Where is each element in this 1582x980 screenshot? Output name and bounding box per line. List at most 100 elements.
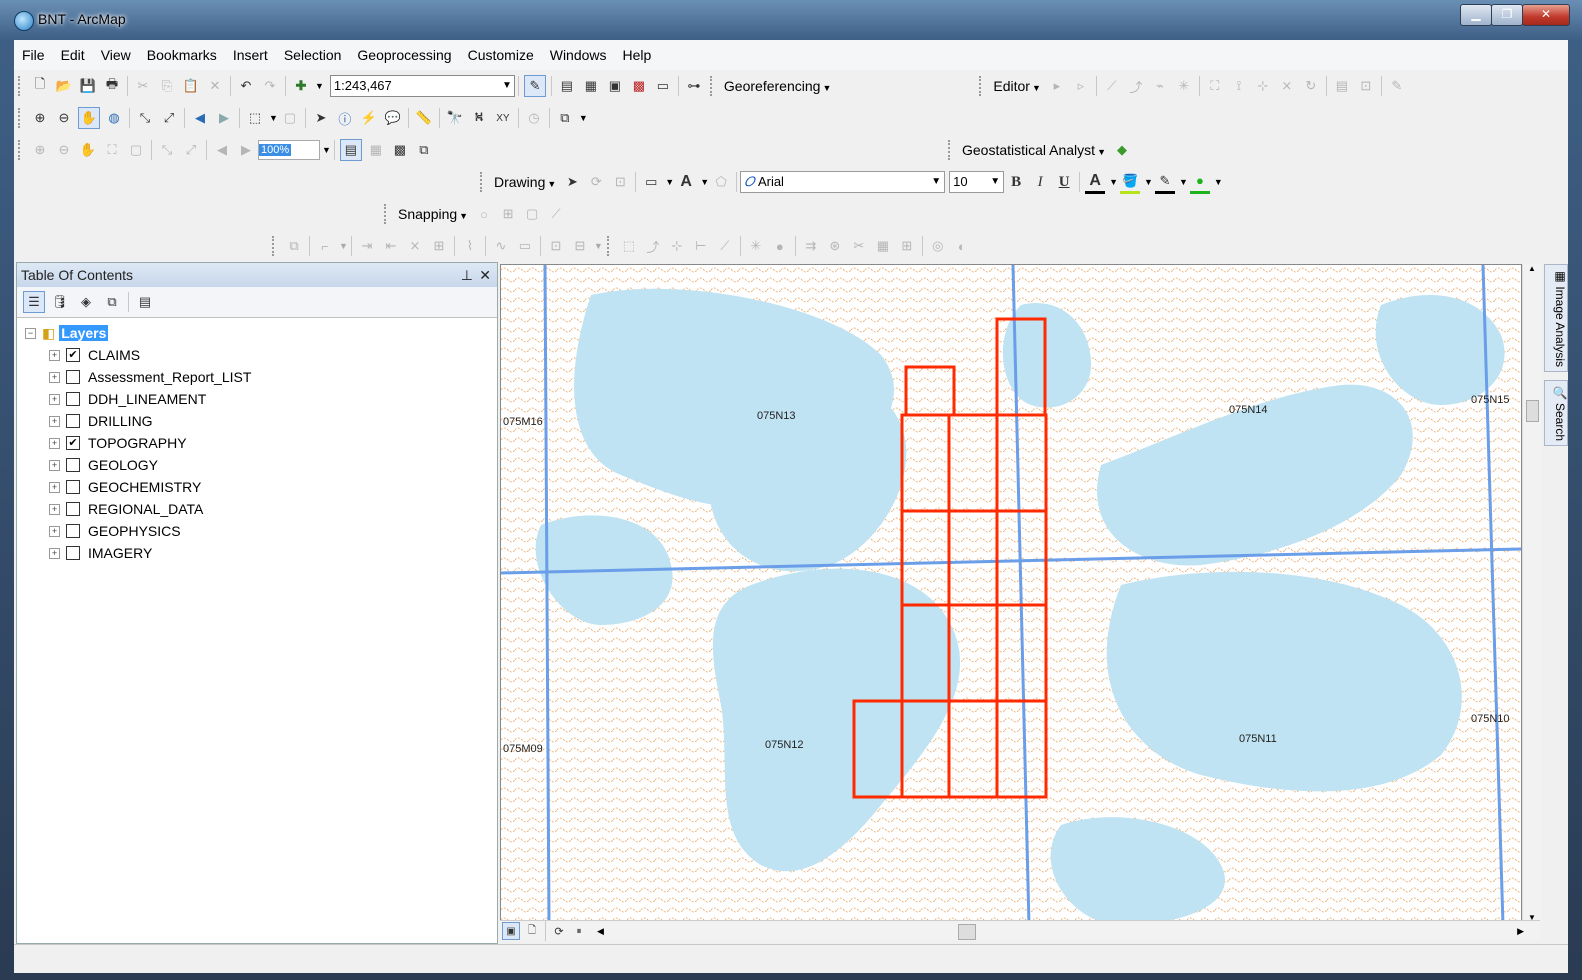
hyperlink-icon[interactable]: ⚡: [359, 108, 379, 128]
pause-drawing-icon[interactable]: ⏸: [571, 923, 587, 939]
point-snapping-icon[interactable]: ○: [474, 204, 494, 224]
horizontal-scroll-thumb[interactable]: [957, 924, 976, 940]
expand-icon[interactable]: +: [49, 393, 60, 405]
collapse-icon[interactable]: −: [25, 327, 36, 339]
edit-tool-icon[interactable]: ▸: [1047, 76, 1067, 96]
geostatistical-analyst-menu[interactable]: Geostatistical Analyst ▼: [958, 142, 1110, 158]
save-icon[interactable]: 💾: [78, 76, 98, 96]
zoom-whole-page-icon[interactable]: ⛶: [102, 140, 122, 160]
create-viewer-window-icon[interactable]: ⧉: [555, 108, 575, 128]
expand-icon[interactable]: +: [49, 459, 60, 471]
expand-icon[interactable]: +: [49, 481, 60, 493]
edit-vertices-icon[interactable]: ⛶: [1205, 76, 1225, 96]
menu-file[interactable]: File: [14, 40, 53, 70]
layer-row[interactable]: + GEOPHYSICS: [17, 520, 497, 542]
menu-geoprocessing[interactable]: Geoprocessing: [349, 40, 459, 70]
delete-icon[interactable]: ✕: [205, 76, 225, 96]
list-by-drawing-order-icon[interactable]: ☰: [23, 291, 45, 313]
rectangle-icon[interactable]: ▭: [641, 172, 661, 192]
layer-checkbox[interactable]: [66, 480, 80, 494]
sketch-properties-icon[interactable]: ⊡: [1356, 76, 1376, 96]
buffer-icon[interactable]: ◎: [928, 236, 948, 256]
zoom-100-icon[interactable]: ▢: [126, 140, 146, 160]
redo-icon[interactable]: ↷: [260, 76, 280, 96]
menu-view[interactable]: View: [93, 40, 139, 70]
expand-icon[interactable]: +: [49, 349, 60, 361]
layer-row[interactable]: + REGIONAL_DATA: [17, 498, 497, 520]
new-document-icon[interactable]: 🗋: [30, 76, 50, 96]
layer-row[interactable]: + DDH_LINEAMENT: [17, 388, 497, 410]
print-icon[interactable]: 🖶: [102, 76, 122, 96]
expand-icon[interactable]: +: [49, 525, 60, 537]
select-elements-drawing-icon[interactable]: ➤: [562, 172, 582, 192]
layer-row[interactable]: + ✔ TOPOGRAPHY: [17, 432, 497, 454]
fillet-icon[interactable]: ⌐: [315, 236, 335, 256]
new-text-icon[interactable]: A: [676, 172, 696, 192]
menu-bookmarks[interactable]: Bookmarks: [139, 40, 225, 70]
list-by-selection-icon[interactable]: ⧉: [101, 291, 123, 313]
planarize-icon[interactable]: ▦: [873, 236, 893, 256]
list-by-visibility-icon[interactable]: ◈: [75, 291, 97, 313]
smooth-icon[interactable]: ∿: [491, 236, 511, 256]
layout-zoom-out-icon[interactable]: ⊖: [54, 140, 74, 160]
measure-icon[interactable]: 📏: [414, 108, 434, 128]
edit-annotation-icon[interactable]: ▹: [1071, 76, 1091, 96]
layer-checkbox[interactable]: [66, 392, 80, 406]
html-popup-icon[interactable]: 💬: [383, 108, 403, 128]
layer-checkbox[interactable]: ✔: [66, 436, 80, 450]
marker-color-icon[interactable]: ●: [1189, 171, 1210, 194]
explode-icon[interactable]: ⊞: [429, 236, 449, 256]
modify-edge-icon[interactable]: ⊹: [667, 236, 687, 256]
toc-close-icon[interactable]: ✕: [479, 263, 491, 287]
menu-customize[interactable]: Customize: [460, 40, 542, 70]
expand-icon[interactable]: +: [49, 503, 60, 515]
forward-extent-icon[interactable]: ▶: [214, 108, 234, 128]
layer-row[interactable]: + Assessment_Report_LIST: [17, 366, 497, 388]
zoom-in-icon[interactable]: ⊕: [30, 108, 50, 128]
layout-view-icon[interactable]: 🗋: [524, 923, 540, 939]
layer-checkbox[interactable]: ✔: [66, 348, 80, 362]
pan-icon[interactable]: ✋: [78, 107, 100, 129]
construct-features-icon[interactable]: ✂: [849, 236, 869, 256]
edge-snapping-icon[interactable]: ⟋: [546, 204, 566, 224]
expand-icon[interactable]: +: [49, 437, 60, 449]
layout-pan-icon[interactable]: ✋: [78, 140, 98, 160]
scroll-left-icon[interactable]: ◀: [597, 926, 604, 937]
arctoolbox-icon[interactable]: ▩: [629, 76, 649, 96]
rotate-drawing-icon[interactable]: ⟳: [586, 172, 606, 192]
straight-segment-icon[interactable]: ⟋: [1102, 76, 1122, 96]
fill-color-icon[interactable]: 🪣: [1120, 171, 1141, 194]
menu-edit[interactable]: Edit: [53, 40, 93, 70]
menu-windows[interactable]: Windows: [542, 40, 615, 70]
map-topology-icon[interactable]: ⊟: [570, 236, 590, 256]
expand-icon[interactable]: +: [49, 547, 60, 559]
list-by-source-icon[interactable]: 🛢: [49, 291, 71, 313]
image-analysis-tab[interactable]: ▦ Image Analysis: [1544, 264, 1568, 373]
copy-icon[interactable]: ⎘: [157, 76, 177, 96]
line-intersection-icon[interactable]: ⨯: [405, 236, 425, 256]
identify-icon[interactable]: ⓘ: [335, 108, 355, 128]
select-features-icon[interactable]: ⬚: [245, 108, 265, 128]
map-view[interactable]: 075M16 075N13 075N14 075N15 075M09 075N1…: [500, 264, 1522, 926]
toc-window-icon[interactable]: ▤: [557, 76, 577, 96]
bold-button[interactable]: B: [1006, 172, 1026, 192]
paste-icon[interactable]: 📋: [181, 76, 201, 96]
underline-button[interactable]: U: [1054, 172, 1074, 192]
layers-root[interactable]: − ◧ Layers: [17, 322, 497, 344]
point-icon[interactable]: ✳: [1174, 76, 1194, 96]
close-button[interactable]: ✕: [1522, 4, 1570, 26]
error-inspector-icon[interactable]: ⇉: [801, 236, 821, 256]
reshape-edge-icon[interactable]: ⤴: [643, 236, 663, 256]
rotate-icon[interactable]: ↻: [1301, 76, 1321, 96]
python-window-icon[interactable]: ▭: [653, 76, 673, 96]
focus-data-frame-icon[interactable]: ▦: [366, 140, 386, 160]
search-window-icon[interactable]: ▣: [605, 76, 625, 96]
validate-topology-icon[interactable]: ✳: [746, 236, 766, 256]
back-extent-icon[interactable]: ◀: [190, 108, 210, 128]
union-icon[interactable]: ◐: [952, 236, 972, 256]
layout-zoom-combo[interactable]: 100%: [258, 140, 320, 160]
layer-checkbox[interactable]: [66, 546, 80, 560]
undo-icon[interactable]: ↶: [236, 76, 256, 96]
cut-polygons-icon[interactable]: ⊹: [1253, 76, 1273, 96]
maximize-button[interactable]: ❐: [1491, 4, 1523, 26]
